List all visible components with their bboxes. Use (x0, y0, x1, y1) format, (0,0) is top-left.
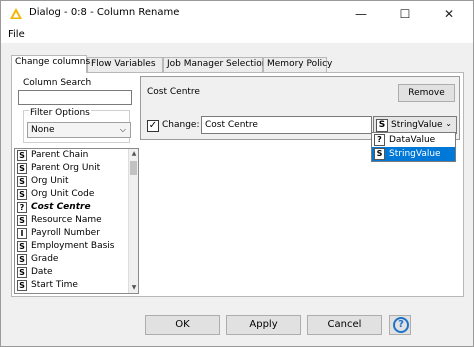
unknown-type-icon: ? (374, 134, 385, 146)
column-name: Org Unit (31, 176, 69, 186)
list-item[interactable]: S Resource Name (15, 214, 138, 227)
close-icon[interactable]: ✕ (427, 1, 471, 27)
type-dropdown-list: ? DataValue S StringValue (371, 132, 456, 162)
list-item[interactable]: S Grade (15, 253, 138, 266)
column-search-label: Column Search (23, 78, 92, 88)
column-search-group: Column Search Filter Options None ⌵ (15, 76, 137, 144)
string-type-icon: S (17, 280, 27, 291)
dropdown-option-stringvalue[interactable]: S StringValue (372, 147, 455, 161)
scroll-down-icon[interactable]: ▼ (129, 283, 138, 293)
list-item-selected[interactable]: ? Cost Centre (15, 201, 138, 214)
column-name: Grade (31, 254, 59, 264)
column-name: Org Unit Code (31, 189, 95, 199)
string-type-icon: S (17, 150, 27, 161)
column-list[interactable]: S Parent Chain S Parent Org Unit S Org U… (14, 148, 139, 294)
menu-file[interactable]: File (8, 29, 25, 40)
list-item[interactable]: S Org Unit (15, 175, 138, 188)
string-type-icon: S (17, 215, 27, 226)
list-item[interactable]: I Payroll Number (15, 227, 138, 240)
list-item[interactable]: S Start Time (15, 279, 138, 292)
help-button[interactable]: ? (389, 315, 411, 335)
title-bar: Dialog - 0:8 - Column Rename — ☐ ✕ (1, 1, 473, 27)
option-label: DataValue (389, 135, 436, 145)
unknown-type-icon: ? (17, 202, 27, 213)
tab-change-columns[interactable]: Change columns (11, 55, 90, 73)
change-checkbox[interactable]: ✓ (147, 120, 159, 132)
string-type-icon: S (17, 254, 27, 265)
list-item[interactable]: S Date (15, 266, 138, 279)
knime-app-icon (10, 8, 22, 19)
dropdown-option-datavalue[interactable]: ? DataValue (372, 133, 455, 147)
column-name: Parent Org Unit (31, 163, 101, 173)
column-search-input[interactable] (18, 90, 132, 105)
scrollbar-thumb[interactable] (130, 161, 137, 175)
type-selected-value: StringValue (391, 120, 443, 130)
column-rename-box: Cost Centre Remove ✓ Change: Cost Centre… (140, 76, 460, 140)
cancel-button[interactable]: Cancel (307, 315, 382, 335)
list-item[interactable]: S Employment Basis (15, 240, 138, 253)
chevron-down-icon: ⌄ (445, 119, 452, 128)
string-type-icon: S (17, 163, 27, 174)
string-type-icon: S (17, 176, 27, 187)
column-name: Cost Centre (31, 202, 91, 212)
tab-memory-policy[interactable]: Memory Policy (263, 57, 332, 72)
menu-bar: File (1, 27, 473, 43)
filter-options-label: Filter Options (29, 108, 91, 118)
help-icon: ? (393, 317, 409, 333)
filter-options-select[interactable]: None ⌵ (27, 122, 131, 138)
column-name: Resource Name (31, 215, 102, 225)
tab-flow-variables[interactable]: Flow Variables (87, 57, 163, 72)
rename-column-title: Cost Centre (147, 87, 200, 97)
list-item[interactable]: S Parent Chain (15, 149, 138, 162)
remove-button[interactable]: Remove (398, 84, 455, 102)
list-item[interactable]: S Org Unit Code (15, 188, 138, 201)
column-name: Payroll Number (31, 228, 100, 238)
maximize-icon[interactable]: ☐ (383, 1, 427, 27)
string-type-icon: S (374, 148, 385, 160)
ok-button[interactable]: OK (145, 315, 220, 335)
column-name: Employment Basis (31, 241, 115, 251)
dialog-window: Dialog - 0:8 - Column Rename — ☐ ✕ File … (0, 0, 474, 347)
tab-content-panel: Column Search Filter Options None ⌵ S Pa… (11, 72, 464, 297)
string-type-icon: S (376, 119, 388, 132)
string-type-icon: S (17, 241, 27, 252)
new-name-input[interactable]: Cost Centre (201, 116, 372, 134)
tab-job-manager-selection[interactable]: Job Manager Selection (163, 57, 268, 72)
chevron-down-icon: ⌵ (119, 125, 126, 134)
integer-type-icon: I (17, 228, 27, 239)
apply-button[interactable]: Apply (226, 315, 301, 335)
string-type-icon: S (17, 189, 27, 200)
filter-selected-value: None (31, 125, 55, 135)
column-name: Start Time (31, 280, 78, 290)
list-item[interactable]: S Parent Org Unit (15, 162, 138, 175)
change-label: Change: (162, 120, 200, 130)
string-type-icon: S (17, 267, 27, 278)
scroll-up-icon[interactable]: ▲ (129, 149, 138, 159)
column-name: Parent Chain (31, 150, 89, 160)
column-name: Date (31, 267, 53, 277)
option-label: StringValue (389, 149, 441, 159)
column-list-scrollbar[interactable]: ▲ ▼ (128, 149, 138, 293)
window-title: Dialog - 0:8 - Column Rename (29, 7, 180, 18)
minimize-icon[interactable]: — (339, 1, 383, 27)
